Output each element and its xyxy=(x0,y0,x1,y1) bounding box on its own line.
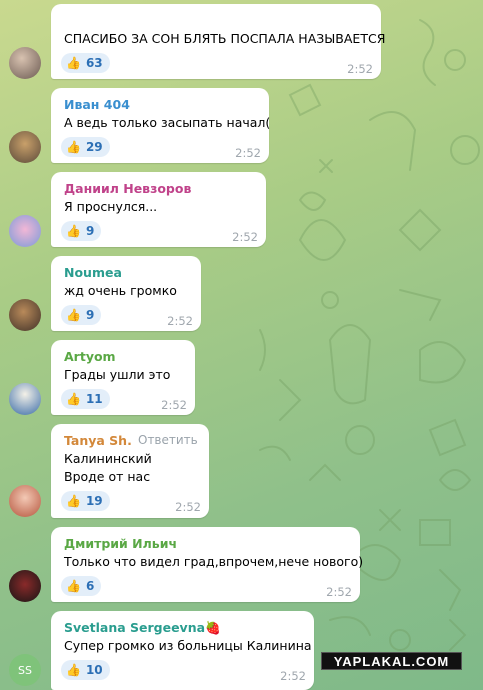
user-avatar[interactable] xyxy=(9,47,41,79)
thumbs-up-icon: 👍 xyxy=(66,140,81,154)
reaction-count: 11 xyxy=(85,392,103,406)
user-avatar[interactable] xyxy=(9,299,41,331)
message-time: 2:52 xyxy=(175,500,201,514)
thumbs-up-icon: 👍 xyxy=(66,224,81,238)
thumbs-up-icon: 👍 xyxy=(66,579,81,593)
sender-name[interactable]: Tanya Sh. xyxy=(64,433,132,448)
reaction-badge[interactable]: 👍 11 xyxy=(61,389,110,409)
message-bubble[interactable]: Дмитрий Ильич Только что видел град,впро… xyxy=(51,527,364,602)
message-time: 2:52 xyxy=(235,146,261,160)
avatar-initials: SS xyxy=(18,663,32,677)
user-avatar[interactable] xyxy=(9,131,41,163)
message-bubble[interactable]: Даниил Невзоров Я проснулся... 👍 9 2:52 xyxy=(51,172,266,247)
message-time: 2:52 xyxy=(326,585,352,599)
message-bubble[interactable]: Artyom Грады ушли это 👍 11 2:52 xyxy=(51,340,195,415)
reaction-count: 10 xyxy=(85,663,103,677)
reaction-badge[interactable]: 👍 9 xyxy=(61,305,102,325)
reaction-badge[interactable]: 👍 63 xyxy=(61,53,110,73)
thumbs-up-icon: 👍 xyxy=(66,494,81,508)
sender-name[interactable]: Иван 404 xyxy=(64,97,130,112)
message-bubble[interactable]: Svetlana Sergeevna🍓 Супер громко из боль… xyxy=(51,611,314,690)
site-watermark: YAPLAKAL.COM xyxy=(321,652,462,670)
message-time: 2:52 xyxy=(280,669,306,683)
initials-avatar[interactable]: SS xyxy=(9,654,41,686)
reaction-count: 9 xyxy=(85,224,95,238)
reaction-badge[interactable]: 👍 6 xyxy=(61,576,102,596)
message-time: 2:52 xyxy=(232,230,258,244)
message-text: Только что видел град,впрочем,нече новог… xyxy=(64,554,364,569)
message-text: А ведь только засыпать начал( xyxy=(64,115,271,130)
reaction-badge[interactable]: 👍 19 xyxy=(61,491,110,511)
message-text: Грады ушли это xyxy=(64,367,171,382)
strawberry-icon: 🍓 xyxy=(205,620,221,635)
message-text: Я проснулся... xyxy=(64,199,158,214)
message-bubble[interactable]: Иван 404 А ведь только засыпать начал( 👍… xyxy=(51,88,271,163)
thumbs-up-icon: 👍 xyxy=(66,56,81,70)
user-avatar[interactable] xyxy=(9,383,41,415)
user-avatar[interactable] xyxy=(9,485,41,517)
reaction-count: 9 xyxy=(85,308,95,322)
reaction-count: 19 xyxy=(85,494,103,508)
sender-name[interactable]: Дмитрий Ильич xyxy=(64,536,177,551)
reply-link[interactable]: Ответить xyxy=(138,433,198,447)
sender-name[interactable]: Noumea xyxy=(64,265,122,280)
reaction-badge[interactable]: 👍 9 xyxy=(61,221,102,241)
message-bubble[interactable]: Noumea жд очень громко 👍 9 2:52 xyxy=(51,256,201,331)
message-text: Супер громко из больницы Калинина xyxy=(64,638,312,653)
thumbs-up-icon: 👍 xyxy=(66,308,81,322)
user-avatar[interactable] xyxy=(9,570,41,602)
reaction-count: 63 xyxy=(85,56,103,70)
reaction-badge[interactable]: 👍 10 xyxy=(61,660,110,680)
sender-name[interactable]: Artyom xyxy=(64,349,116,364)
thumbs-up-icon: 👍 xyxy=(66,392,81,406)
sender-name[interactable]: Svetlana Sergeevna🍓 xyxy=(64,620,221,636)
message-time: 2:52 xyxy=(167,314,193,328)
message-bubble[interactable]: Tanya Sh. Ответить Калининский Вроде от … xyxy=(51,424,209,518)
message-text: СПАСИБО ЗА СОН БЛЯТЬ ПОСПАЛА НАЗЫВАЕТСЯ xyxy=(64,31,386,46)
thumbs-up-icon: 👍 xyxy=(66,663,81,677)
user-avatar[interactable] xyxy=(9,215,41,247)
message-text: Вроде от нас xyxy=(64,469,151,484)
sender-name[interactable]: Даниил Невзоров xyxy=(64,181,191,196)
message-time: 2:52 xyxy=(161,398,187,412)
message-text: Калининский xyxy=(64,451,152,466)
message-time: 2:52 xyxy=(347,62,373,76)
reaction-badge[interactable]: 👍 29 xyxy=(61,137,110,157)
reaction-count: 29 xyxy=(85,140,103,154)
message-text: жд очень громко xyxy=(64,283,177,298)
message-bubble[interactable]: СПАСИБО ЗА СОН БЛЯТЬ ПОСПАЛА НАЗЫВАЕТСЯ … xyxy=(51,4,385,79)
reaction-count: 6 xyxy=(85,579,95,593)
sender-name-text: Svetlana Sergeevna xyxy=(64,620,206,635)
